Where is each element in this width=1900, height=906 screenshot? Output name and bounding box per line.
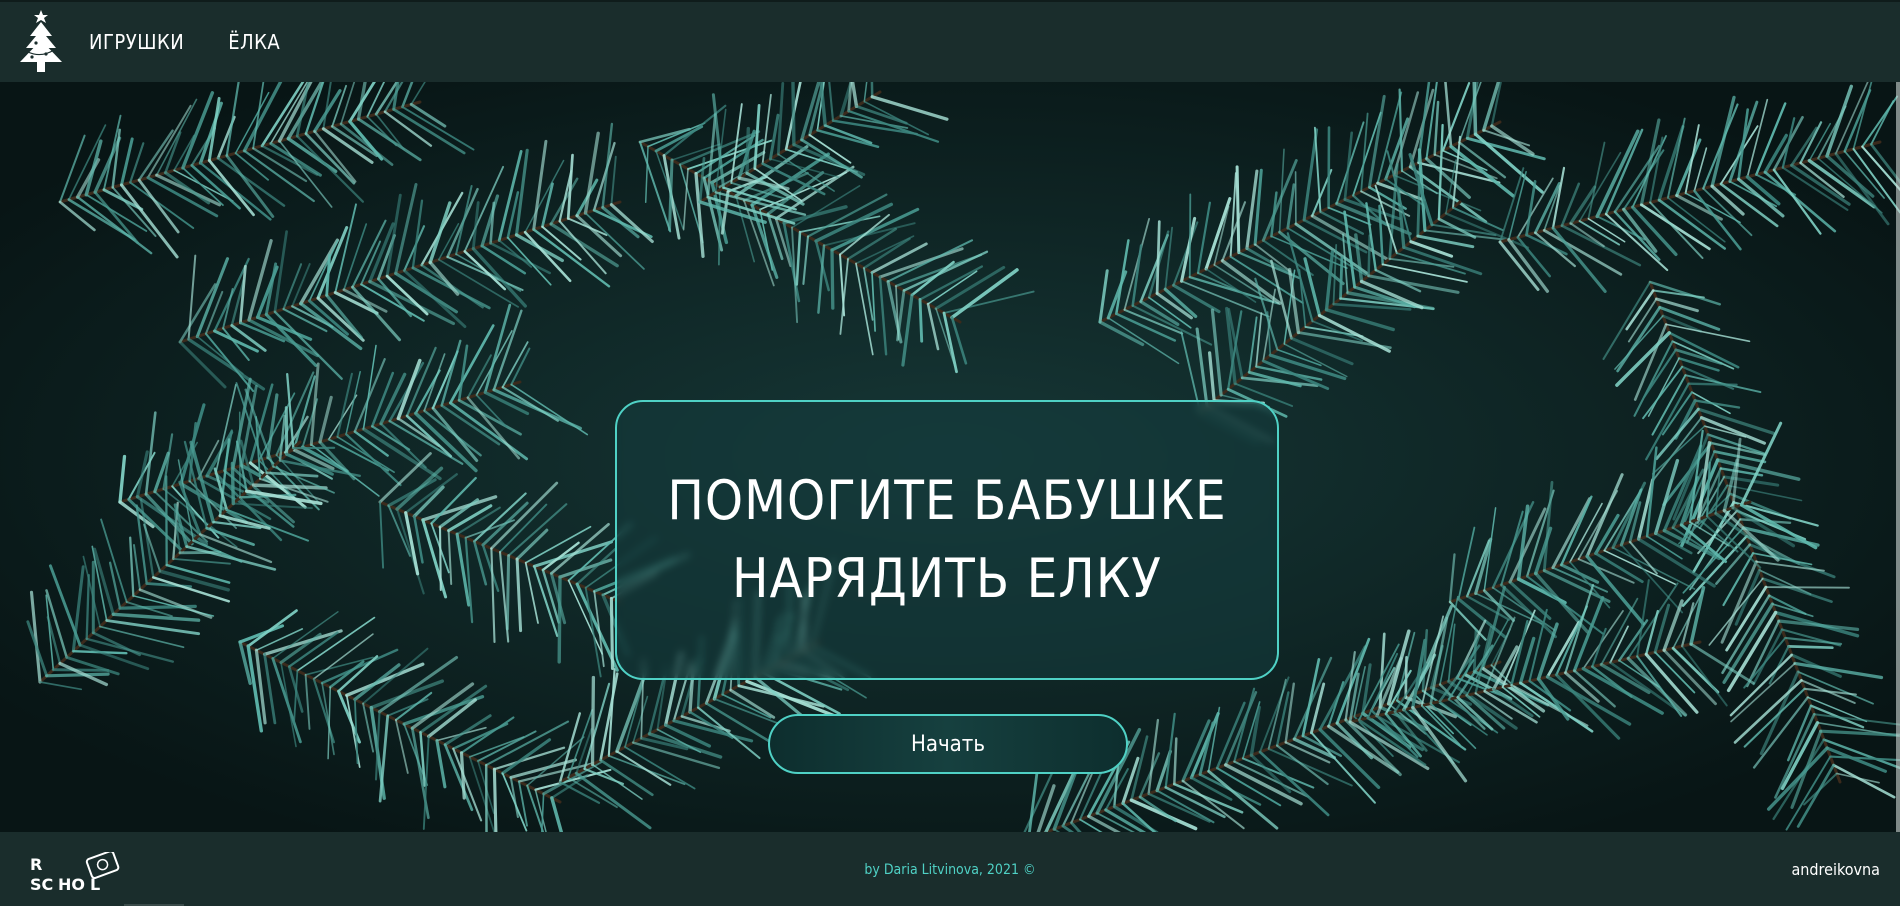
christmas-tree-icon[interactable] — [17, 8, 65, 76]
page: ИГРУШКИ ЁЛКА ПОМОГИТЕ БАБУШКЕ НАРЯДИТЬ Е… — [0, 0, 1900, 906]
main-nav: ИГРУШКИ ЁЛКА — [89, 30, 280, 54]
hero-section: ПОМОГИТЕ БАБУШКЕ НАРЯДИТЬ ЕЛКУ Начать — [0, 82, 1900, 832]
header: ИГРУШКИ ЁЛКА — [0, 0, 1900, 82]
nav-item-tree[interactable]: ЁЛКА — [228, 30, 280, 54]
hero-title: ПОМОГИТЕ БАБУШКЕ НАРЯДИТЬ ЕЛКУ — [667, 462, 1226, 618]
scrollbar[interactable] — [1896, 82, 1900, 832]
title-card: ПОМОГИТЕ БАБУШКЕ НАРЯДИТЬ ЕЛКУ — [615, 400, 1279, 680]
footer: R SC HO L by Daria Litvinova, 2021 © and… — [0, 832, 1900, 906]
nav-item-toys[interactable]: ИГРУШКИ — [89, 30, 184, 54]
github-link[interactable]: andreikovna — [1791, 860, 1880, 879]
hero-title-line1: ПОМОГИТЕ БАБУШКЕ — [667, 469, 1227, 532]
copyright-text: by Daria Litvinova, 2021 © — [864, 862, 1036, 878]
start-button[interactable]: Начать — [768, 714, 1128, 774]
hero-title-line2: НАРЯДИТЬ ЕЛКУ — [732, 547, 1162, 610]
